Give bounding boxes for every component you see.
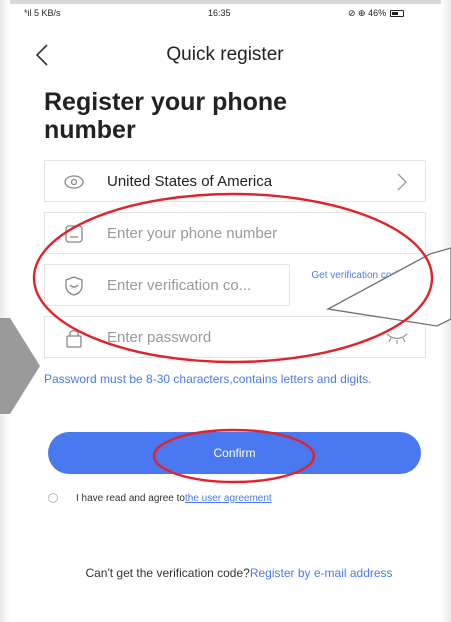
shield-icon <box>65 276 83 296</box>
phone-icon <box>65 225 83 243</box>
footer-help: Can't get the verification code?Register… <box>44 566 434 581</box>
page-title: Quick register <box>166 44 284 65</box>
chevron-right-icon <box>397 173 407 191</box>
phone-placeholder: Enter your phone number <box>107 225 278 242</box>
callout-pointer <box>325 247 451 327</box>
nav-bar: Quick register <box>10 30 440 80</box>
lock-icon <box>66 330 82 348</box>
code-placeholder: Enter verification co... <box>107 277 252 294</box>
frame-right-edge <box>441 0 451 622</box>
status-bar: *il 5 KB/s 16:35 ⊘ ⊕ 46% <box>10 0 440 26</box>
status-time: 16:35 <box>208 8 231 18</box>
password-input[interactable]: Enter password <box>44 316 426 358</box>
agreement-text: I have read and agree to <box>76 492 185 504</box>
register-by-email-link[interactable]: Register by e-mail address <box>250 566 393 580</box>
user-agreement-link[interactable]: the user agreement <box>185 493 272 504</box>
eye-closed-icon[interactable] <box>385 329 409 345</box>
battery-icon <box>390 10 405 17</box>
footer-text: Can't get the verification code? <box>85 566 250 580</box>
status-indicators: ⊘ ⊕ 46% <box>348 8 405 19</box>
register-heading: Register your phone number <box>44 88 288 144</box>
status-icons-text: ⊘ ⊕ 46% <box>348 8 387 18</box>
location-pin-icon <box>64 175 84 189</box>
get-verification-code-button[interactable]: Get verification code <box>304 270 410 282</box>
agreement-checkbox[interactable] <box>48 493 58 503</box>
phone-number-input[interactable]: Enter your phone number <box>44 212 426 254</box>
frame-left-edge <box>0 0 10 622</box>
password-hint: Password must be 8-30 characters,contain… <box>44 372 372 386</box>
country-value: United States of America <box>107 173 273 190</box>
verification-code-input[interactable]: Enter verification co... <box>44 264 290 306</box>
country-selector[interactable]: United States of America <box>44 160 426 202</box>
password-placeholder: Enter password <box>107 329 212 346</box>
agreement-row: I have read and agree to the user agreeme… <box>48 490 428 506</box>
confirm-button[interactable]: Confirm <box>48 432 421 474</box>
status-signal: *il 5 KB/s <box>24 8 61 18</box>
